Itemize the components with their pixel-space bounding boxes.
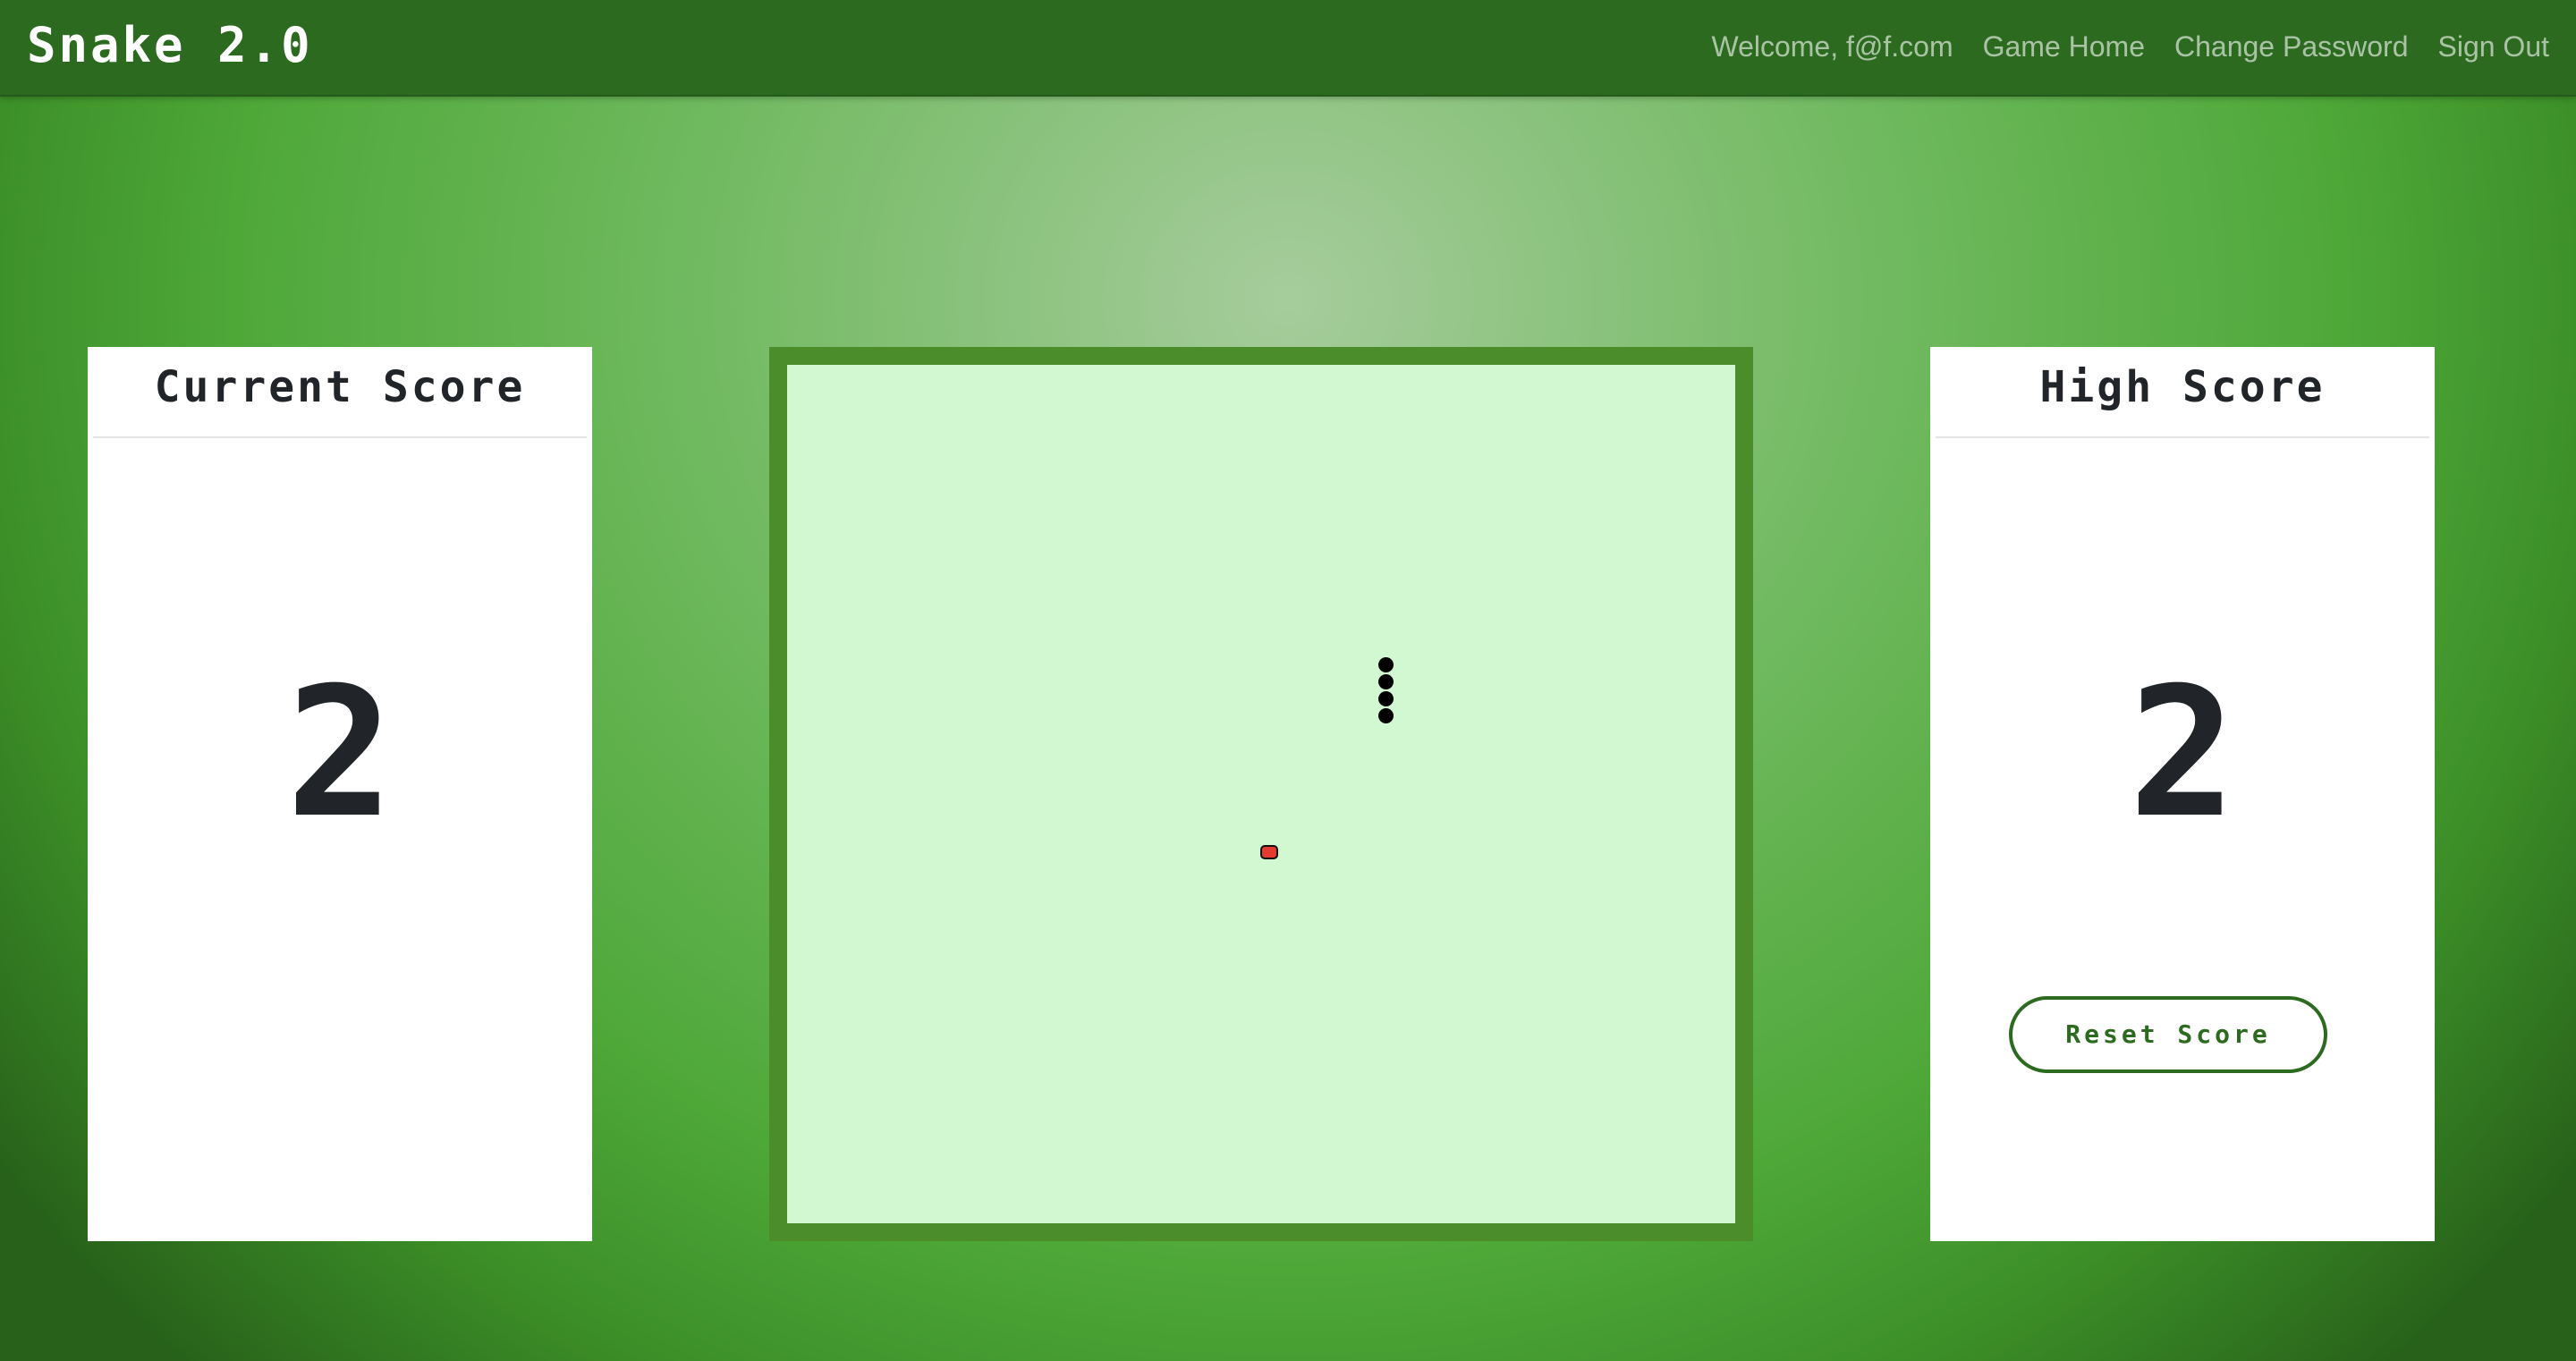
snake-segment — [1378, 674, 1394, 689]
game-board[interactable] — [769, 347, 1753, 1241]
food-pellet — [1260, 845, 1278, 859]
current-score-card: Current Score 2 — [88, 347, 592, 1241]
nav-links: Welcome, f@f.com Game Home Change Passwo… — [1682, 0, 2549, 93]
snake-segment — [1378, 657, 1394, 672]
nav-sign-out-link[interactable]: Sign Out — [2437, 30, 2549, 63]
current-score-value: 2 — [285, 649, 394, 858]
high-score-value: 2 — [2128, 649, 2237, 858]
nav-change-password-link[interactable]: Change Password — [2174, 30, 2408, 63]
brand-title[interactable]: Snake 2.0 — [27, 14, 313, 77]
welcome-text: Welcome, f@f.com — [1711, 30, 1953, 63]
current-score-title: Current Score — [93, 347, 587, 438]
navbar: Snake 2.0 Welcome, f@f.com Game Home Cha… — [0, 0, 2576, 97]
high-score-card: High Score 2 Reset Score — [1930, 347, 2435, 1241]
reset-score-button[interactable]: Reset Score — [2009, 996, 2327, 1073]
snake-segment — [1378, 691, 1394, 706]
snake-segment — [1378, 708, 1394, 723]
high-score-title: High Score — [1936, 347, 2429, 438]
nav-game-home-link[interactable]: Game Home — [1983, 30, 2145, 63]
